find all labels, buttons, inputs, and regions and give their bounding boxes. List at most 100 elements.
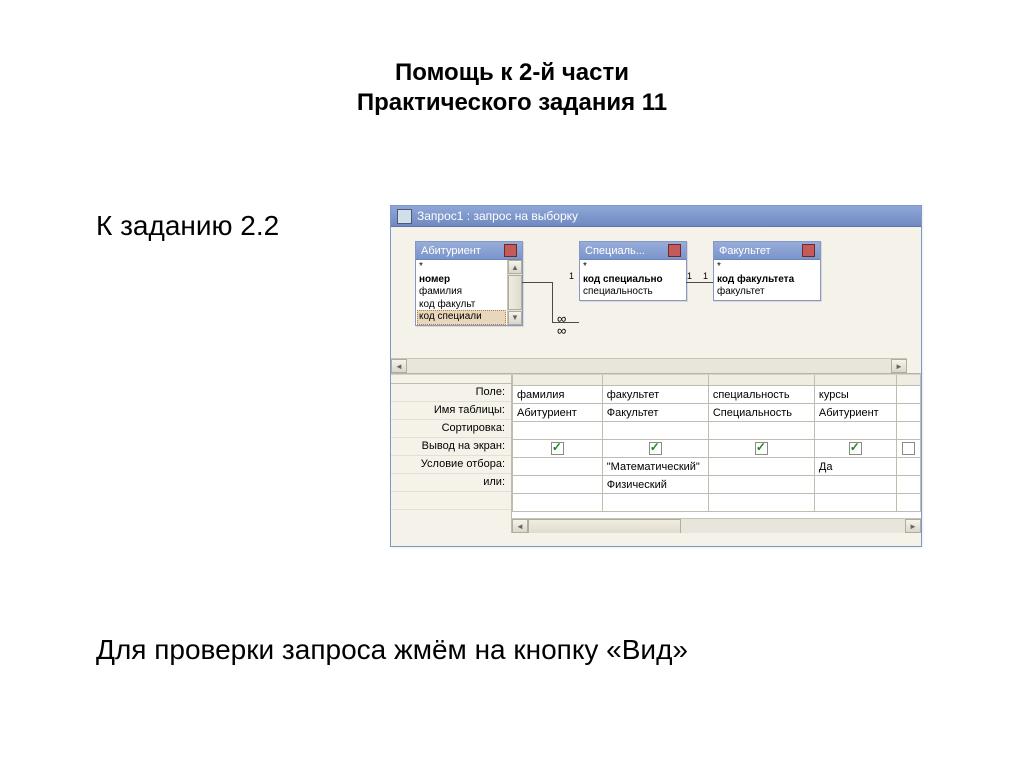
show-checkbox[interactable] <box>755 442 768 455</box>
table-diagram-area: Абитуриент * номер фамилия код факульт к… <box>391 227 921 374</box>
query-grid: Поле: Имя таблицы: Сортировка: Вывод на … <box>391 374 921 533</box>
grid-cell[interactable] <box>896 476 921 494</box>
field-list[interactable]: * код факультета факультет <box>714 260 820 300</box>
relation-one: 1 <box>569 271 574 281</box>
row-label: Вывод на экран: <box>391 438 511 456</box>
grid-columns: фамилия факультет специальность курсы Аб… <box>512 375 921 533</box>
scroll-down-icon[interactable]: ▼ <box>508 311 522 325</box>
grid-cell[interactable] <box>513 440 603 458</box>
scroll-right-icon[interactable]: ► <box>891 359 907 373</box>
title-line-1: Помощь к 2-й части <box>395 59 629 86</box>
table-title: Абитуриент <box>421 245 481 257</box>
grid-cell[interactable]: факультет <box>602 386 708 404</box>
grid-cell[interactable] <box>896 458 921 476</box>
slide-title: Помощь к 2-й части Практического задания… <box>0 58 1024 118</box>
grid-cell[interactable] <box>513 494 603 512</box>
grid-table[interactable]: фамилия факультет специальность курсы Аб… <box>512 375 921 512</box>
grid-cell[interactable] <box>513 422 603 440</box>
window-titlebar[interactable]: Запрос1 : запрос на выборку <box>391 206 921 227</box>
relation-line <box>522 282 552 283</box>
scroll-up-icon[interactable]: ▲ <box>508 260 522 274</box>
grid-row-show <box>513 440 921 458</box>
close-icon[interactable] <box>504 244 517 257</box>
grid-cell[interactable]: Факультет <box>602 404 708 422</box>
grid-cell[interactable] <box>708 476 814 494</box>
show-checkbox[interactable] <box>649 442 662 455</box>
grid-row-sort <box>513 422 921 440</box>
relation-many: ∞ <box>557 323 566 338</box>
grid-cell[interactable] <box>708 422 814 440</box>
grid-cell[interactable] <box>814 476 896 494</box>
grid-row-table: Абитуриент Факультет Специальность Абиту… <box>513 404 921 422</box>
grid-cell[interactable] <box>896 386 921 404</box>
scroll-thumb[interactable] <box>528 519 681 533</box>
grid-cell[interactable] <box>513 476 603 494</box>
grid-cell[interactable]: курсы <box>814 386 896 404</box>
row-label: Имя таблицы: <box>391 402 511 420</box>
grid-cell[interactable] <box>896 440 921 458</box>
field-list[interactable]: * номер фамилия код факульт код специали <box>416 260 507 325</box>
row-label: Поле: <box>391 384 511 402</box>
grid-hscrollbar[interactable]: ◄ ► <box>512 518 921 533</box>
grid-row-blank <box>513 494 921 512</box>
row-label: Сортировка: <box>391 420 511 438</box>
grid-cell[interactable] <box>708 440 814 458</box>
diagram-table-fakultet[interactable]: Факультет * код факультета факультет <box>713 241 821 301</box>
grid-cell[interactable] <box>896 494 921 512</box>
grid-cell[interactable] <box>513 458 603 476</box>
grid-cell[interactable]: Да <box>814 458 896 476</box>
bottom-text: Для проверки запроса жмём на кнопку «Вид… <box>96 632 944 668</box>
grid-row-or: Физический <box>513 476 921 494</box>
grid-cell[interactable] <box>896 404 921 422</box>
scroll-thumb[interactable] <box>508 275 522 310</box>
grid-cell[interactable] <box>602 422 708 440</box>
grid-cell[interactable]: Специальность <box>708 404 814 422</box>
diagram-table-abiturient[interactable]: Абитуриент * номер фамилия код факульт к… <box>415 241 523 326</box>
scroll-track[interactable] <box>407 359 891 373</box>
field-list[interactable]: * код специально специальность <box>580 260 686 300</box>
show-checkbox[interactable] <box>902 442 915 455</box>
grid-cell[interactable] <box>602 440 708 458</box>
window-title: Запрос1 : запрос на выборку <box>417 209 578 223</box>
grid-row-labels: Поле: Имя таблицы: Сортировка: Вывод на … <box>391 375 512 533</box>
query-design-window: Запрос1 : запрос на выборку Абитуриент *… <box>390 205 922 547</box>
row-label <box>391 492 511 510</box>
grid-cell[interactable] <box>708 458 814 476</box>
diagram-table-specialnost[interactable]: Специаль... * код специально специальнос… <box>579 241 687 301</box>
relation-one: 1 <box>687 271 692 281</box>
row-label: Условие отбора: <box>391 456 511 474</box>
grid-row-criteria: "Математический" Да <box>513 458 921 476</box>
diagram-hscrollbar[interactable]: ◄ ► <box>391 358 907 373</box>
scrollbar[interactable]: ▲ ▼ <box>507 260 522 325</box>
scroll-track[interactable] <box>528 519 905 533</box>
grid-cell[interactable] <box>814 440 896 458</box>
relation-line <box>552 282 553 322</box>
grid-cell[interactable]: Физический <box>602 476 708 494</box>
scroll-left-icon[interactable]: ◄ <box>391 359 407 373</box>
subtitle-text: К заданию 2.2 <box>96 210 279 242</box>
scroll-right-icon[interactable]: ► <box>905 519 921 533</box>
grid-cell[interactable] <box>602 494 708 512</box>
relation-one: 1 <box>703 271 708 281</box>
title-line-2: Практического задания 11 <box>357 89 667 116</box>
table-title: Факультет <box>719 245 771 257</box>
grid-cell[interactable]: специальность <box>708 386 814 404</box>
grid-cell[interactable] <box>814 494 896 512</box>
grid-row-field: фамилия факультет специальность курсы <box>513 386 921 404</box>
close-icon[interactable] <box>802 244 815 257</box>
grid-cell[interactable]: Абитуриент <box>513 404 603 422</box>
window-icon <box>397 209 412 224</box>
scroll-left-icon[interactable]: ◄ <box>512 519 528 533</box>
show-checkbox[interactable] <box>551 442 564 455</box>
grid-cell[interactable]: фамилия <box>513 386 603 404</box>
grid-cell[interactable] <box>708 494 814 512</box>
grid-cell[interactable]: Абитуриент <box>814 404 896 422</box>
show-checkbox[interactable] <box>849 442 862 455</box>
close-icon[interactable] <box>668 244 681 257</box>
grid-cell[interactable]: "Математический" <box>602 458 708 476</box>
table-title: Специаль... <box>585 245 645 257</box>
row-label: или: <box>391 474 511 492</box>
relation-line <box>686 282 713 283</box>
grid-cell[interactable] <box>896 422 921 440</box>
grid-cell[interactable] <box>814 422 896 440</box>
